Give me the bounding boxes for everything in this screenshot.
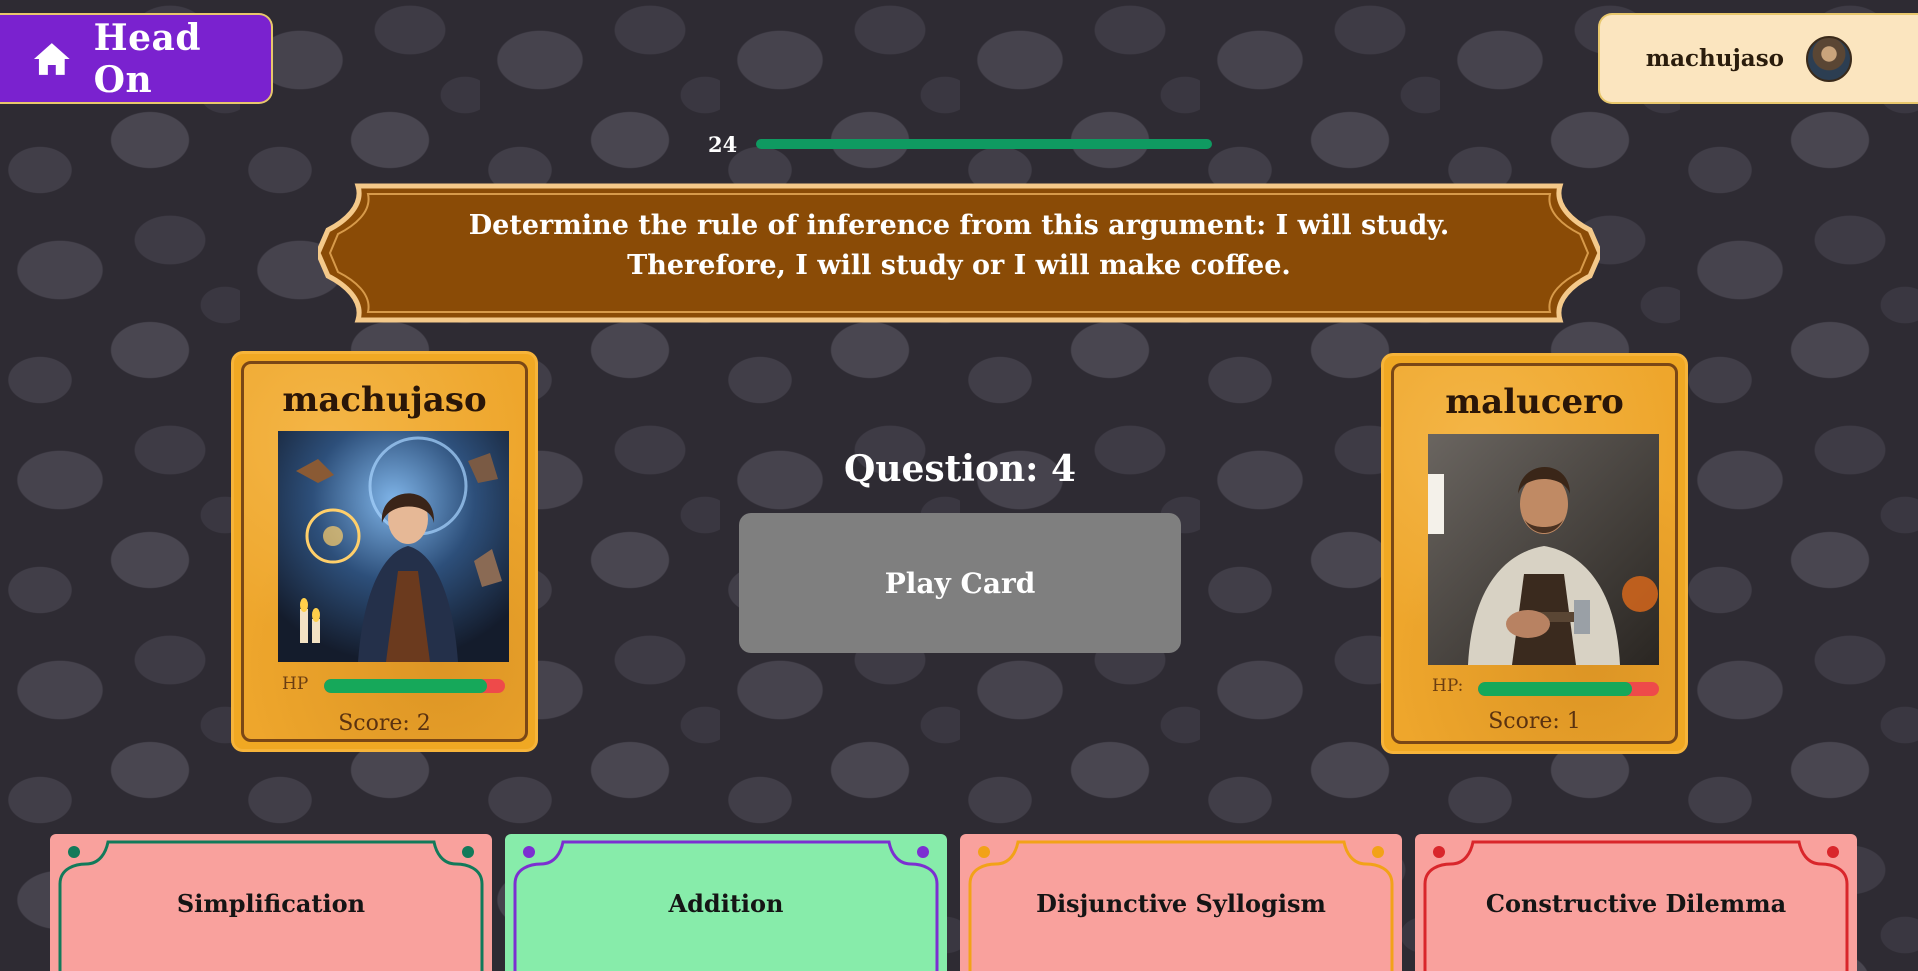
score-label: Score: (338, 711, 410, 736)
score-value: 2 (416, 711, 431, 736)
timer-bar (756, 139, 1212, 149)
answer-label: Addition (668, 889, 784, 918)
player-score: Score: 2 (244, 711, 525, 736)
answer-card[interactable]: Simplification (50, 834, 492, 971)
sorceress-portrait (278, 431, 509, 662)
play-card-button[interactable]: Play Card (739, 513, 1181, 653)
hp-bar-fill (1478, 682, 1632, 696)
card-frame: machujaso HP Score: 2 (241, 361, 528, 742)
question-text: Determine the rule of inference from thi… (468, 210, 1450, 281)
answer-label: Constructive Dilemma (1485, 889, 1787, 918)
app-title: Head On (93, 16, 202, 101)
corner-dot (462, 846, 474, 858)
timer-seconds: 24 (708, 132, 738, 157)
hp-bar (1478, 682, 1659, 696)
corner-dot (68, 846, 80, 858)
answer-label: Disjunctive Syllogism (1036, 889, 1326, 918)
question-banner: Determine the rule of inference from thi… (318, 182, 1600, 324)
question-number-value: 4 (1050, 448, 1077, 490)
timer-bar-fill (756, 139, 1212, 149)
player-card-self: machujaso HP Score: 2 (231, 351, 538, 752)
house-icon (33, 42, 70, 75)
score-value: 1 (1566, 709, 1581, 734)
player-score: Score: 1 (1394, 709, 1675, 734)
username: machujaso (1645, 45, 1784, 72)
corner-dot (523, 846, 535, 858)
corner-dot (1372, 846, 1384, 858)
score-label: Score: (1488, 709, 1560, 734)
corner-dot (1827, 846, 1839, 858)
user-profile-chip[interactable]: machujaso (1598, 13, 1918, 104)
answer-card[interactable]: Constructive Dilemma (1415, 834, 1857, 971)
blacksmith-portrait (1428, 434, 1659, 665)
corner-dot (978, 846, 990, 858)
answer-card[interactable]: Disjunctive Syllogism (960, 834, 1402, 971)
answer-label: Simplification (176, 889, 366, 918)
hp-label: HP: (1432, 676, 1464, 696)
player-name: machujaso (282, 380, 487, 420)
hp-label: HP (282, 674, 309, 694)
player-name: malucero (1445, 382, 1624, 422)
answer-card[interactable]: Addition (505, 834, 947, 971)
question-number-label: Question: (843, 448, 1039, 490)
card-frame: malucero HP: Score: 1 (1391, 363, 1678, 744)
hp-bar-fill (324, 679, 487, 693)
corner-dot (917, 846, 929, 858)
home-button[interactable]: Head On (0, 13, 273, 104)
hp-bar (324, 679, 505, 693)
player-card-opponent: malucero HP: Score: 1 (1381, 353, 1688, 754)
question-number: Question: 4 (660, 448, 1260, 490)
avatar (1806, 35, 1852, 82)
corner-dot (1433, 846, 1445, 858)
